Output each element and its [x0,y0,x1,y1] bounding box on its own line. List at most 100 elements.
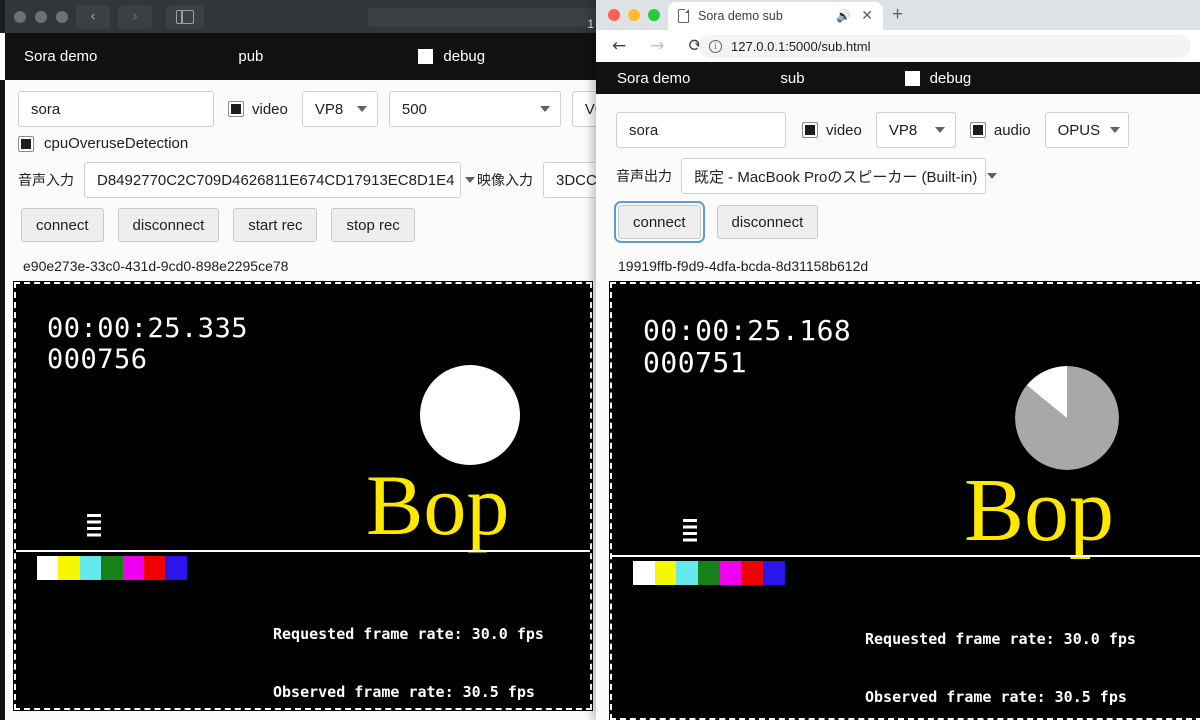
left-cpu-overuse-label: cpuOveruseDetection [44,135,189,152]
sidebar-icon [176,9,194,24]
color-bar-cyan [79,556,102,580]
right-video-barcode [651,519,697,542]
left-back-button[interactable]: ‹ [76,4,110,29]
left-client-id: e90e273e-33c0-431d-9cd0-898e2295ce78 [23,258,289,274]
left-video-toggle[interactable]: video [228,101,288,118]
forward-arrow-icon[interactable]: → [650,37,664,55]
right-browser-window[interactable]: Sora demo sub 🔊 ✕ + ← → ⟳ i 127.0.0.1:50… [596,0,1200,720]
left-channel-input[interactable]: sora [18,91,214,127]
left-traffic-lights[interactable] [14,10,68,23]
left-bitrate-value: 500 [401,100,427,118]
screen-root: ‹ › 1 Sora demo pub debug sora video VP8… [0,0,1200,720]
right-video-canvas[interactable]: 00:00:25.168 000751 Bop Requested frame … [609,281,1200,720]
left-url-text: 1 [587,17,594,31]
new-tab-button[interactable]: + [892,5,903,24]
right-video-checkbox[interactable] [802,122,818,138]
left-connect-button[interactable]: connect [21,208,104,242]
color-bar-red [741,561,764,585]
left-video-codec-select[interactable]: VP8 [301,91,378,127]
right-disconnect-button[interactable]: disconnect [716,205,819,239]
left-video-indicator-circle [420,365,520,465]
left-video-canvas[interactable]: 00:00:25.335 000756 Bop Requested frame … [13,281,593,711]
left-window-titlebar[interactable]: ‹ › 1 [0,0,596,33]
right-connect-button[interactable]: connect [614,201,705,243]
right-debug-checkbox[interactable] [904,70,920,86]
left-close-button[interactable] [14,10,26,23]
right-audio-toggle[interactable]: audio [969,121,1031,139]
right-audio-checkbox[interactable] [969,122,986,138]
right-tab-title: Sora demo sub [698,9,783,23]
left-resolution-select[interactable]: VGA [571,91,596,127]
color-bar-cyan [676,561,699,585]
left-app-header: Sora demo pub debug [5,33,596,80]
right-audio-label: audio [993,121,1031,139]
document-icon [678,8,690,23]
right-video-stats: Requested frame rate: 30.0 fps Observed … [865,592,1136,718]
right-browser-tab[interactable]: Sora demo sub 🔊 ✕ [668,2,883,30]
left-cpu-overuse-checkbox[interactable] [18,135,34,152]
chevron-down-icon [934,127,945,133]
left-bitrate-select[interactable]: 500 [388,91,561,127]
tab-audio-icon[interactable]: 🔊 [836,10,851,22]
left-channel-value: sora [31,100,61,118]
left-video-input-select[interactable]: 3DCC2 [543,162,596,198]
right-channel-input[interactable]: sora [616,112,786,148]
left-video-color-bars [37,556,187,580]
chevron-down-icon [464,177,475,183]
left-debug-label: debug [443,48,486,65]
right-minimize-button[interactable] [628,9,640,21]
right-app-header: Sora demo sub debug [596,62,1200,94]
left-start-rec-button[interactable]: start rec [233,208,318,242]
left-video-checkbox[interactable] [228,101,244,117]
left-video-divider [16,550,590,552]
right-video-toggle[interactable]: video [802,122,862,139]
left-url-bar[interactable]: 1 [368,8,596,31]
color-bar-white [633,561,655,585]
right-action-buttons: connect disconnect [614,201,819,243]
right-traffic-lights[interactable] [608,9,660,21]
right-tab-strip[interactable]: Sora demo sub 🔊 ✕ + [596,0,1200,30]
left-window-edge [0,0,5,33]
site-info-icon[interactable]: i [709,40,722,53]
left-resolution-value: VGA [584,100,596,118]
left-video-codec-value: VP8 [314,100,344,118]
right-page-body: sora video VP8 audio OPUS 音声出力 既定 - MacB… [596,94,1200,720]
color-bar-yellow [654,561,677,585]
left-sidebar-toggle[interactable] [166,4,204,29]
right-client-id: 19919ffb-f9d9-4dfa-bcda-8d31158b612d [618,258,869,274]
right-video-pie-chart [1015,366,1119,470]
color-bar-white [37,556,59,580]
left-video-logo: Bop [366,457,510,553]
chevron-right-icon: › [132,7,138,25]
left-browser-window[interactable]: ‹ › 1 Sora demo pub debug sora video VP8… [0,0,596,720]
left-video-barcode [55,514,101,537]
right-stat-requested-fps: Requested frame rate: 30.0 fps [865,630,1136,649]
left-zoom-button[interactable] [56,10,68,23]
right-debug-toggle[interactable]: debug [904,70,971,87]
left-cpu-overuse-toggle[interactable]: cpuOveruseDetection [18,135,188,152]
right-close-button[interactable] [608,9,620,21]
left-stop-rec-button[interactable]: stop rec [331,208,415,242]
right-audio-output-label: 音声出力 [616,168,672,184]
back-arrow-icon[interactable]: ← [612,37,626,55]
color-bar-magenta [719,561,742,585]
right-video-codec-select[interactable]: VP8 [875,112,956,148]
left-disconnect-button[interactable]: disconnect [117,208,220,242]
right-video-color-bars [633,561,785,585]
right-zoom-button[interactable] [648,9,660,21]
right-omnibox[interactable]: i 127.0.0.1:5000/sub.html [699,35,1191,58]
right-audio-output-row: 音声出力 既定 - MacBook Proのスピーカー (Built-in) [616,158,998,194]
left-debug-checkbox[interactable] [418,49,434,64]
left-forward-button[interactable]: › [118,4,152,29]
close-icon[interactable]: ✕ [861,8,873,22]
left-audio-input-select[interactable]: D8492770C2C709D4626811E674CD17913EC8D1E4 [84,162,475,198]
left-debug-toggle[interactable]: debug [418,48,485,65]
right-stat-observed-fps: Observed frame rate: 30.5 fps [865,687,1127,706]
color-bar-yellow [58,556,80,580]
left-audio-input-label: 音声入力 [18,172,74,188]
left-minimize-button[interactable] [35,10,47,23]
right-audio-output-select[interactable]: 既定 - MacBook Proのスピーカー (Built-in) [681,158,998,194]
right-audio-codec-select[interactable]: OPUS [1044,112,1129,148]
chevron-down-icon [987,173,998,179]
left-app-mode: pub [238,48,264,65]
